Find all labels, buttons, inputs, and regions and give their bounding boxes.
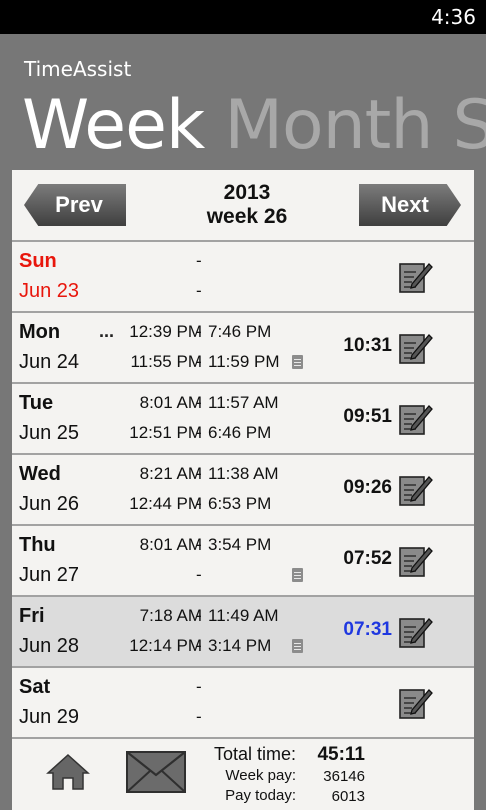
shift-start: 8:21 AM bbox=[139, 464, 202, 483]
shift-separator: - bbox=[196, 251, 202, 270]
day-date: Jun 29 bbox=[19, 706, 80, 728]
day-name: Fri bbox=[19, 605, 45, 627]
day-name: Mon bbox=[19, 321, 61, 343]
shift-separator: - bbox=[196, 352, 202, 371]
shift-separator: - bbox=[196, 494, 202, 513]
note-icon[interactable] bbox=[292, 639, 303, 653]
shift-separator: - bbox=[196, 535, 202, 554]
shift-start: 11:55 PM bbox=[130, 352, 202, 371]
week-navigation: Prev 2013 week 26 Next bbox=[12, 170, 474, 240]
shift-separator: - bbox=[196, 281, 202, 300]
shift-separator: - bbox=[196, 636, 202, 655]
shift-separator: - bbox=[196, 322, 202, 341]
pivot-item-next[interactable]: S bbox=[452, 86, 486, 165]
prev-week-button[interactable]: Prev bbox=[24, 184, 126, 226]
shift-end: 11:49 AM bbox=[208, 606, 279, 625]
shift-start: 12:51 PM bbox=[129, 423, 202, 442]
pay-today-label: Pay today: bbox=[225, 787, 296, 804]
shift-end: 3:54 PM bbox=[208, 535, 272, 554]
day-total: 10:31 bbox=[343, 335, 392, 356]
day-total: 09:51 bbox=[343, 406, 392, 427]
shift-start: 7:18 AM bbox=[139, 606, 202, 625]
day-row[interactable]: Fri Jun 28 7:18 AM -11:49 AM 12:14 PM -3:14 P… bbox=[12, 595, 474, 666]
status-bar: 4:36 bbox=[0, 0, 486, 34]
edit-icon[interactable] bbox=[398, 684, 434, 720]
shift-start: 8:01 AM bbox=[139, 393, 202, 412]
summary-bar: Total time: 45:11 Week pay: 36146 Pay to… bbox=[12, 737, 474, 810]
edit-icon[interactable] bbox=[398, 471, 434, 507]
pivot-header: Week Month S bbox=[22, 86, 486, 165]
edit-icon[interactable] bbox=[398, 542, 434, 578]
day-date: Jun 28 bbox=[19, 635, 80, 657]
week-pay-value: 36146 bbox=[323, 768, 365, 785]
shift-end: 6:46 PM bbox=[208, 423, 272, 442]
pivot-item-month[interactable]: Month bbox=[224, 86, 433, 165]
day-row[interactable]: Sun Jun 23 - - bbox=[12, 240, 474, 311]
note-icon[interactable] bbox=[292, 355, 303, 369]
day-total: 07:31 bbox=[343, 619, 392, 640]
app-title: TimeAssist bbox=[24, 57, 132, 81]
day-date: Jun 23 bbox=[19, 280, 80, 302]
total-time-value: 45:11 bbox=[317, 744, 365, 765]
shift-end: 11:57 AM bbox=[208, 393, 279, 412]
note-icon[interactable] bbox=[292, 568, 303, 582]
shift-end: 3:14 PM bbox=[208, 636, 272, 655]
week-pay-label: Week pay: bbox=[225, 767, 296, 784]
week-panel: Prev 2013 week 26 Next Sun Jun 23 - - Mon Jun… bbox=[12, 170, 474, 810]
next-week-button[interactable]: Next bbox=[359, 184, 461, 226]
day-date: Jun 26 bbox=[19, 493, 80, 515]
more-shifts-indicator[interactable]: ... bbox=[99, 321, 114, 342]
shift-separator: - bbox=[196, 423, 202, 442]
day-row[interactable]: Wed Jun 26 8:21 AM -11:38 AM 12:44 PM -6:53 P… bbox=[12, 453, 474, 524]
year-label: 2013 bbox=[223, 181, 271, 204]
shift-separator: - bbox=[196, 393, 202, 412]
shift-start: 12:39 PM bbox=[129, 322, 202, 341]
shift-separator: - bbox=[196, 606, 202, 625]
day-date: Jun 25 bbox=[19, 422, 80, 444]
day-list: Sun Jun 23- - Mon Jun 24... 12:39 PM -7:46 PM 1… bbox=[12, 240, 474, 737]
day-row[interactable]: Thu Jun 27 8:01 AM -3:54 PM -07:52 bbox=[12, 524, 474, 595]
day-row[interactable]: Tue Jun 25 8:01 AM -11:57 AM 12:51 PM -6:46 P… bbox=[12, 382, 474, 453]
edit-icon[interactable] bbox=[398, 258, 434, 294]
shift-end: 11:38 AM bbox=[208, 464, 279, 483]
pivot-item-week[interactable]: Week bbox=[22, 86, 205, 165]
shift-start: 12:44 PM bbox=[129, 494, 202, 513]
edit-icon[interactable] bbox=[398, 400, 434, 436]
day-name: Sun bbox=[19, 250, 57, 272]
shift-end: 6:53 PM bbox=[208, 494, 272, 513]
week-label: week 26 bbox=[206, 205, 288, 228]
total-time-label: Total time: bbox=[213, 744, 296, 764]
mail-icon[interactable] bbox=[126, 751, 186, 793]
day-name: Tue bbox=[19, 392, 54, 414]
edit-icon[interactable] bbox=[398, 613, 434, 649]
day-date: Jun 24 bbox=[19, 351, 80, 373]
shift-start: 8:01 AM bbox=[139, 535, 202, 554]
day-name: Wed bbox=[19, 463, 61, 485]
clock: 4:36 bbox=[431, 5, 476, 29]
day-name: Sat bbox=[19, 676, 51, 698]
day-total: 07:52 bbox=[343, 548, 392, 569]
shift-separator: - bbox=[196, 464, 202, 483]
day-total: 09:26 bbox=[343, 477, 392, 498]
day-date: Jun 27 bbox=[19, 564, 80, 586]
shift-separator: - bbox=[196, 707, 202, 726]
shift-separator: - bbox=[196, 565, 202, 584]
home-icon[interactable] bbox=[46, 753, 90, 791]
shift-end: 11:59 PM bbox=[208, 352, 280, 371]
shift-end: 7:46 PM bbox=[208, 322, 272, 341]
day-name: Thu bbox=[19, 534, 56, 556]
pay-today-value: 6013 bbox=[331, 788, 365, 805]
shift-separator: - bbox=[196, 677, 202, 696]
shift-start: 12:14 PM bbox=[129, 636, 202, 655]
day-row[interactable]: Sat Jun 29 - - bbox=[12, 666, 474, 737]
day-row[interactable]: Mon Jun 24... 12:39 PM -7:46 PM 11:55 PM -11:… bbox=[12, 311, 474, 382]
edit-icon[interactable] bbox=[398, 329, 434, 365]
